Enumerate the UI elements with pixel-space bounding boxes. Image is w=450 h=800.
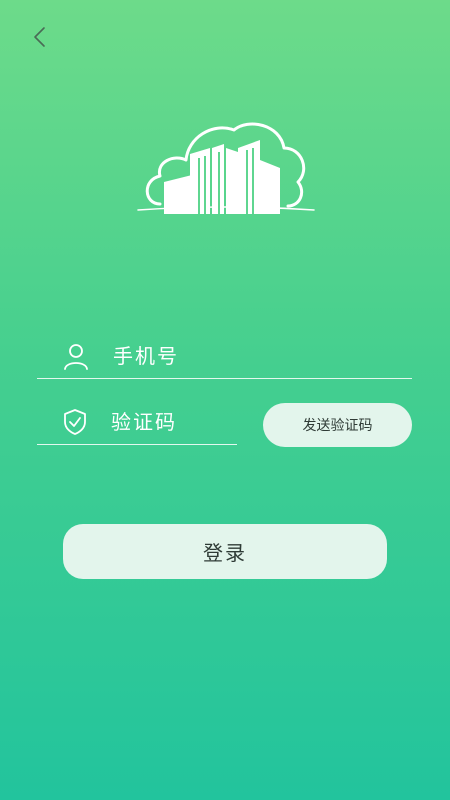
- login-button[interactable]: 登录: [63, 524, 387, 579]
- send-code-button[interactable]: 发送验证码: [263, 403, 412, 447]
- phone-input[interactable]: [113, 344, 412, 368]
- user-icon: [61, 341, 91, 371]
- phone-field: [37, 334, 412, 379]
- chevron-left-icon: [34, 27, 45, 47]
- back-button[interactable]: [24, 22, 54, 52]
- verification-code-field: [37, 400, 360, 445]
- shield-check-icon: [61, 407, 89, 437]
- cloud-building-logo: [137, 122, 315, 214]
